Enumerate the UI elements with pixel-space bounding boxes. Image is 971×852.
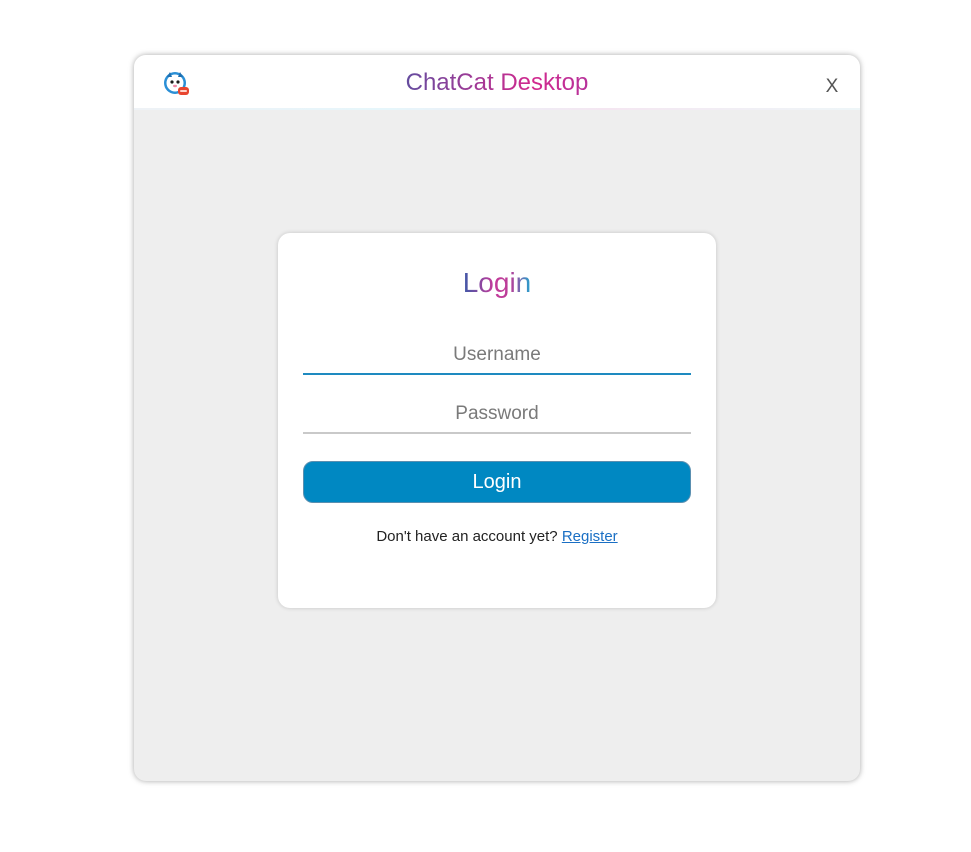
register-prompt-line: Don't have an account yet? Register [278, 527, 716, 547]
register-prompt-text: Don't have an account yet? [376, 528, 558, 545]
close-icon[interactable]: X [826, 76, 839, 97]
login-heading: Login [462, 267, 532, 298]
close-button[interactable]: X [822, 75, 842, 99]
window-title-part2: Desktop [500, 69, 589, 96]
password-input[interactable] [303, 396, 691, 434]
login-button[interactable]: Login [303, 461, 691, 503]
login-card: Login Login Don't have an account yet? R… [278, 233, 716, 608]
register-link[interactable]: Register [562, 528, 618, 545]
title-bar-divider [134, 108, 860, 110]
window-title-part1: ChatCat [405, 69, 494, 96]
title-bar[interactable]: ChatCat Desktop X [134, 55, 860, 110]
app-window: ChatCat Desktop X Login Login Don't have… [134, 55, 860, 781]
window-title: ChatCat Desktop [134, 68, 860, 98]
cat-mascot-icon [162, 71, 190, 97]
username-input[interactable] [303, 337, 691, 375]
